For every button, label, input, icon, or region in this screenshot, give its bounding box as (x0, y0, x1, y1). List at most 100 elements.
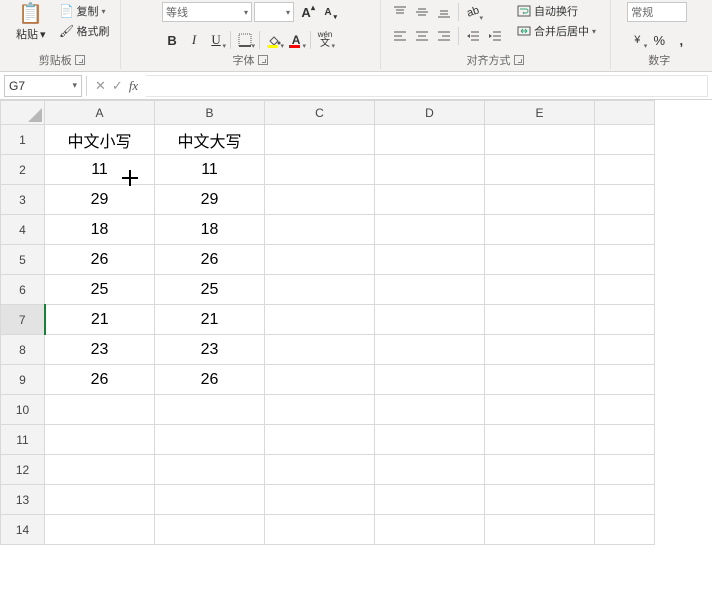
cell-C2[interactable] (265, 155, 375, 185)
cell-C1[interactable] (265, 125, 375, 155)
decrease-indent-button[interactable] (463, 26, 483, 46)
cell-A4[interactable]: 18 (45, 215, 155, 245)
align-top-button[interactable] (390, 2, 410, 22)
cell-A8[interactable]: 23 (45, 335, 155, 365)
cell-F9[interactable] (595, 365, 655, 395)
cell-E9[interactable] (485, 365, 595, 395)
cell-A2[interactable]: 11 (45, 155, 155, 185)
row-header-11[interactable]: 11 (1, 425, 45, 455)
decrease-font-button[interactable]: A▾ (318, 2, 338, 22)
cell-C8[interactable] (265, 335, 375, 365)
cell-C13[interactable] (265, 485, 375, 515)
fill-color-button[interactable]: ▾ (264, 30, 284, 50)
cell-F2[interactable] (595, 155, 655, 185)
cell-E4[interactable] (485, 215, 595, 245)
cell-B12[interactable] (155, 455, 265, 485)
cell-D13[interactable] (375, 485, 485, 515)
cell-C6[interactable] (265, 275, 375, 305)
cell-A11[interactable] (45, 425, 155, 455)
cell-A10[interactable] (45, 395, 155, 425)
row-header-8[interactable]: 8 (1, 335, 45, 365)
cell-E8[interactable] (485, 335, 595, 365)
alignment-launcher[interactable] (514, 55, 524, 65)
column-header-next[interactable] (595, 101, 655, 125)
cell-C11[interactable] (265, 425, 375, 455)
fx-icon[interactable]: fx (129, 78, 138, 94)
cell-B14[interactable] (155, 515, 265, 545)
align-bottom-button[interactable] (434, 2, 454, 22)
cell-B6[interactable]: 25 (155, 275, 265, 305)
cell-D3[interactable] (375, 185, 485, 215)
cell-E7[interactable] (485, 305, 595, 335)
cell-D6[interactable] (375, 275, 485, 305)
currency-button[interactable]: ¥▾ (627, 30, 647, 50)
wrap-text-button[interactable]: 自动换行 (513, 2, 600, 20)
orientation-button[interactable]: ab▾ (463, 2, 483, 22)
row-header-13[interactable]: 13 (1, 485, 45, 515)
cell-F13[interactable] (595, 485, 655, 515)
cell-C9[interactable] (265, 365, 375, 395)
cell-F11[interactable] (595, 425, 655, 455)
cell-B3[interactable]: 29 (155, 185, 265, 215)
cell-B13[interactable] (155, 485, 265, 515)
cell-D2[interactable] (375, 155, 485, 185)
cell-D7[interactable] (375, 305, 485, 335)
font-size-combo[interactable]: ▾ (254, 2, 294, 22)
clipboard-launcher[interactable] (75, 55, 85, 65)
font-launcher[interactable] (258, 55, 268, 65)
row-header-5[interactable]: 5 (1, 245, 45, 275)
format-painter-button[interactable]: 🖌 格式刷 (56, 22, 114, 40)
cell-E6[interactable] (485, 275, 595, 305)
cell-E12[interactable] (485, 455, 595, 485)
cell-C7[interactable] (265, 305, 375, 335)
cancel-formula-button[interactable]: ✕ (95, 78, 106, 94)
column-header-C[interactable]: C (265, 101, 375, 125)
row-header-7[interactable]: 7 (1, 305, 45, 335)
column-header-A[interactable]: A (45, 101, 155, 125)
select-all-corner[interactable] (1, 101, 45, 125)
row-header-2[interactable]: 2 (1, 155, 45, 185)
cell-C5[interactable] (265, 245, 375, 275)
cell-F8[interactable] (595, 335, 655, 365)
cell-C14[interactable] (265, 515, 375, 545)
row-header-14[interactable]: 14 (1, 515, 45, 545)
cell-F1[interactable] (595, 125, 655, 155)
underline-button[interactable]: U▾ (206, 30, 226, 50)
paste-button[interactable]: 📋 粘贴▾ (10, 2, 52, 44)
cell-A1[interactable]: 中文小写 (45, 125, 155, 155)
cell-A12[interactable] (45, 455, 155, 485)
cell-D11[interactable] (375, 425, 485, 455)
cell-D8[interactable] (375, 335, 485, 365)
row-header-1[interactable]: 1 (1, 125, 45, 155)
cell-A14[interactable] (45, 515, 155, 545)
cell-C4[interactable] (265, 215, 375, 245)
cell-E5[interactable] (485, 245, 595, 275)
column-header-B[interactable]: B (155, 101, 265, 125)
cell-D14[interactable] (375, 515, 485, 545)
cell-B1[interactable]: 中文大写 (155, 125, 265, 155)
row-header-12[interactable]: 12 (1, 455, 45, 485)
merge-center-button[interactable]: 合并后居中 ▾ (513, 22, 600, 40)
cell-E2[interactable] (485, 155, 595, 185)
cell-F10[interactable] (595, 395, 655, 425)
font-name-combo[interactable]: 等线 ▾ (162, 2, 252, 22)
align-center-button[interactable] (412, 26, 432, 46)
row-header-3[interactable]: 3 (1, 185, 45, 215)
cell-F3[interactable] (595, 185, 655, 215)
italic-button[interactable]: I (184, 30, 204, 50)
cell-E11[interactable] (485, 425, 595, 455)
cell-A13[interactable] (45, 485, 155, 515)
cell-B7[interactable]: 21 (155, 305, 265, 335)
row-header-6[interactable]: 6 (1, 275, 45, 305)
cell-F12[interactable] (595, 455, 655, 485)
bold-button[interactable]: B (162, 30, 182, 50)
cell-D10[interactable] (375, 395, 485, 425)
cell-E14[interactable] (485, 515, 595, 545)
cell-A6[interactable]: 25 (45, 275, 155, 305)
percent-button[interactable]: % (649, 30, 669, 50)
cell-D1[interactable] (375, 125, 485, 155)
cell-C3[interactable] (265, 185, 375, 215)
cell-E13[interactable] (485, 485, 595, 515)
cell-D5[interactable] (375, 245, 485, 275)
name-box[interactable]: G7 ▾ (4, 75, 82, 97)
